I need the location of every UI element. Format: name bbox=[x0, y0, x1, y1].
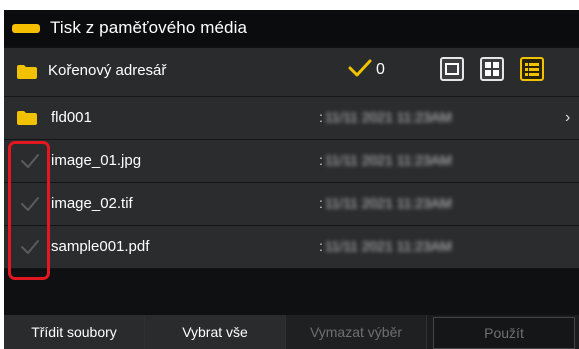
grid-view-icon bbox=[485, 62, 499, 76]
checkbox-highlight-outline bbox=[8, 141, 50, 280]
chevron-right-icon: › bbox=[565, 109, 571, 126]
row-date: :11/11 2021 11:23AM bbox=[319, 152, 452, 168]
folder-row[interactable]: fld001 :11/11 2021 11:23AM › bbox=[4, 97, 579, 140]
folder-icon bbox=[17, 111, 37, 125]
selected-check-icon bbox=[348, 59, 372, 77]
file-row[interactable]: image_02.tif :11/11 2021 11:23AM bbox=[4, 183, 579, 226]
sort-files-button[interactable]: Třídit soubory bbox=[4, 315, 145, 349]
path-label: Kořenový adresář bbox=[48, 62, 167, 79]
apply-button[interactable]: Použít bbox=[433, 317, 575, 349]
row-name: image_01.jpg bbox=[51, 152, 142, 169]
row-date: :11/11 2021 11:23AM bbox=[319, 109, 452, 125]
single-view-icon bbox=[445, 63, 459, 75]
row-date: :11/11 2021 11:23AM bbox=[319, 238, 452, 254]
file-row[interactable]: image_01.jpg :11/11 2021 11:23AM bbox=[4, 140, 579, 183]
file-row[interactable]: sample001.pdf :11/11 2021 11:23AM bbox=[4, 226, 579, 269]
bottom-toolbar: Třídit soubory Vybrat vše Vymazat výběr … bbox=[4, 315, 579, 349]
selected-count: 0 bbox=[376, 61, 385, 78]
select-all-button[interactable]: Vybrat vše bbox=[145, 315, 286, 349]
list-view-button[interactable] bbox=[520, 57, 544, 81]
folder-icon bbox=[17, 65, 37, 79]
list-view-icon bbox=[525, 62, 539, 76]
row-date: :11/11 2021 11:23AM bbox=[319, 195, 452, 211]
grid-view-button[interactable] bbox=[480, 57, 504, 81]
page-title: Tisk z paměťového média bbox=[50, 18, 248, 37]
title-bar: Tisk z paměťového média bbox=[4, 10, 579, 46]
screen: Tisk z paměťového média Kořenový adresář… bbox=[4, 10, 579, 349]
single-view-button[interactable] bbox=[440, 57, 464, 81]
row-name: fld001 bbox=[51, 109, 92, 126]
row-name: sample001.pdf bbox=[51, 238, 150, 255]
memory-media-icon bbox=[12, 23, 40, 33]
row-name: image_02.tif bbox=[51, 195, 133, 212]
path-bar: Kořenový adresář 0 bbox=[4, 48, 579, 97]
clear-selection-button[interactable]: Vymazat výběr bbox=[286, 315, 427, 349]
